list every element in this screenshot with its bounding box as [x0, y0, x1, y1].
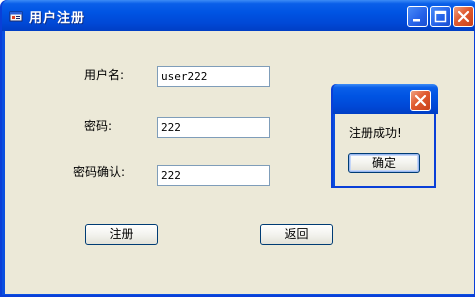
close-button[interactable]: [453, 6, 474, 27]
app-icon: [9, 8, 23, 22]
maximize-button[interactable]: [430, 6, 451, 27]
register-button[interactable]: 注册: [85, 224, 158, 245]
maximize-icon: [434, 10, 447, 23]
confirm-password-input[interactable]: 222: [157, 165, 270, 186]
password-label: 密码:: [84, 119, 113, 133]
title-bar[interactable]: 用户注册: [2, 0, 475, 31]
back-button[interactable]: 返回: [260, 224, 333, 245]
dialog-title-bar[interactable]: [333, 84, 438, 114]
minimize-button[interactable]: [407, 6, 428, 27]
close-icon: [457, 10, 470, 23]
password-input[interactable]: 222: [157, 117, 270, 138]
dialog-message: 注册成功!: [349, 126, 402, 140]
username-input[interactable]: user222: [157, 66, 270, 87]
window-title: 用户注册: [29, 11, 86, 26]
success-dialog: 注册成功! 确定: [331, 84, 438, 188]
confirm-password-label: 密码确认:: [73, 165, 126, 179]
username-label: 用户名:: [84, 68, 125, 82]
dialog-body: 注册成功! 确定: [335, 114, 434, 186]
dialog-close-button[interactable]: [410, 90, 431, 111]
minimize-icon: [413, 19, 420, 22]
ok-button[interactable]: 确定: [348, 153, 420, 173]
close-icon: [414, 94, 427, 107]
